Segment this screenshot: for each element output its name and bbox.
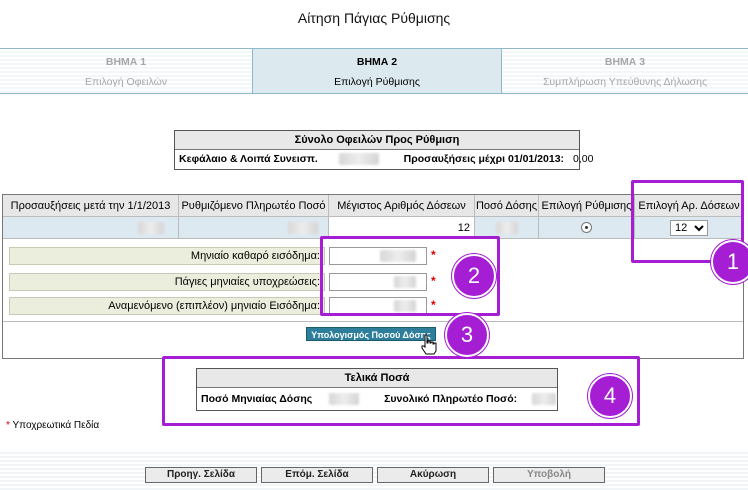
monthly-income-label: Μηνιαίο καθαρό εισόδημα:	[9, 247, 325, 265]
badge-1: 1	[711, 240, 748, 284]
blurred-value	[288, 221, 318, 234]
step-3: ΒΗΜΑ 3 Συμπλήρωση Υπεύθυνης Δήλωσης	[502, 49, 748, 93]
cell-surcharges-after	[3, 217, 179, 239]
blurred-value	[495, 221, 518, 234]
col-select-plan: Επιλογή Ρύθμισης	[539, 195, 635, 217]
next-page-button[interactable]: Επόμ. Σελίδα	[261, 467, 373, 483]
cancel-button[interactable]: Ακύρωση	[377, 467, 489, 483]
debt-summary-title: Σύνολο Οφειλών Προς Ρύθμιση	[175, 131, 579, 150]
debt-summary-row: Κεφάλαιο & Λοιπά Συνεισπ. Προσαυξήσεις μ…	[175, 150, 593, 169]
step-2-number: ΒΗΜΑ 2	[356, 56, 398, 68]
page-title: Αίτηση Πάγιας Ρύθμισης	[297, 10, 451, 26]
expected-income-label: Αναμενόμενο (επιπλέον) μηνιαίο Εισόδημα:	[9, 297, 325, 315]
principal-label: Κεφάλαιο & Λοιπά Συνεισπ.	[179, 153, 318, 165]
required-note-text: Υποχρεωτικά Πεδία	[12, 420, 100, 431]
hand-cursor-icon	[421, 334, 437, 355]
step-1: ΒΗΜΑ 1 Επιλογή Οφειλών	[0, 49, 252, 93]
badge-2: 2	[452, 254, 496, 298]
badge-4: 4	[588, 374, 632, 418]
required-star: *	[6, 420, 10, 431]
col-max-installments: Μέγιστος Αριθμός Δόσεων	[329, 195, 475, 217]
radio-dot-icon	[585, 226, 588, 229]
required-fields-note: * Υποχρεωτικά Πεδία	[6, 420, 99, 431]
surcharges-value: 0,00	[572, 153, 594, 165]
submit-button[interactable]: Υποβολή	[493, 467, 605, 483]
principal-value	[338, 153, 379, 166]
calculate-installment-button[interactable]: Υπολογισμός Ποσού Δόσης	[306, 327, 436, 341]
cell-select-plan	[539, 217, 635, 239]
prev-page-button[interactable]: Προηγ. Σελίδα	[145, 467, 257, 483]
blurred-value	[138, 221, 164, 234]
step-3-label: Συμπλήρωση Υπεύθυνης Δήλωσης	[542, 76, 708, 88]
badge-3: 3	[445, 313, 489, 357]
wizard-steps: ΒΗΜΑ 1 Επιλογή Οφειλών ΒΗΜΑ 2 Επιλογή Ρύ…	[0, 48, 748, 94]
highlight-box-4	[162, 356, 640, 426]
step-2: ΒΗΜΑ 2 Επιλογή Ρύθμισης	[252, 49, 502, 93]
divider	[3, 321, 743, 322]
surcharges-label: Προσαυξήσεις μέχρι 01/01/2013:	[403, 153, 565, 165]
col-surcharges-after: Προσαυξήσεις μετά την 1/1/2013	[3, 195, 179, 217]
step-1-label: Επιλογή Οφειλών	[84, 76, 168, 88]
cell-payable-amount	[179, 217, 329, 239]
step-1-number: ΒΗΜΑ 1	[105, 56, 147, 68]
debt-summary: Σύνολο Οφειλών Προς Ρύθμιση Κεφάλαιο & Λ…	[174, 130, 593, 170]
col-installment-amount: Ποσό Δόσης	[475, 195, 539, 217]
col-payable-amount: Ρυθμιζόμενο Πληρωτέο Ποσό	[179, 195, 329, 217]
plan-radio[interactable]	[581, 222, 592, 233]
step-3-number: ΒΗΜΑ 3	[604, 56, 646, 68]
fixed-obligations-label: Πάγιες μηνιαίες υποχρεώσεις:	[9, 273, 325, 291]
footer-band	[0, 450, 748, 490]
step-2-label: Επιλογή Ρύθμισης	[334, 76, 420, 88]
